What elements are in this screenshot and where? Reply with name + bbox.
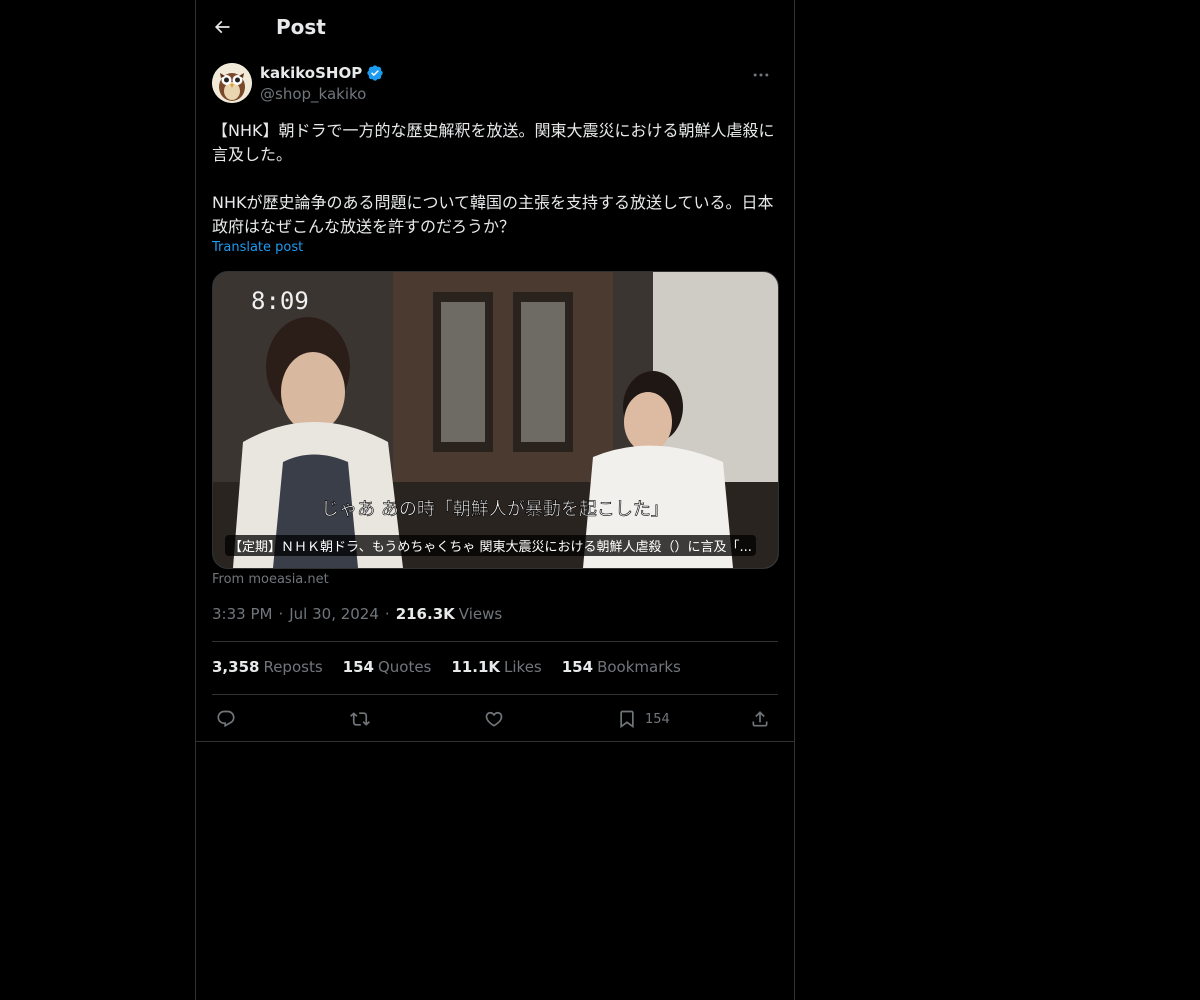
reposts-count: 3,358 [212, 658, 260, 676]
divider [212, 641, 778, 642]
reposts-label: Reposts [263, 658, 323, 676]
views-label: Views [458, 605, 503, 623]
avatar[interactable] [212, 63, 252, 103]
reply-icon [217, 710, 235, 728]
reply-button[interactable] [216, 705, 236, 733]
share-icon [752, 711, 768, 727]
back-button[interactable] [204, 9, 240, 45]
post-time[interactable]: 3:33 PM [212, 605, 272, 623]
quotes-stat[interactable]: 154 Quotes [343, 658, 432, 676]
bookmark-icon [620, 710, 634, 729]
media-caption: 【定期】ＮＨＫ朝ドラ、もうめちゃくちゃ 関東大震災における朝鮮人虐殺（）に言及「… [225, 535, 756, 556]
owl-avatar-icon [212, 63, 252, 103]
likes-stat[interactable]: 11.1K Likes [451, 658, 541, 676]
author-name-text: kakikoSHOP [260, 64, 363, 82]
likes-label: Likes [504, 658, 542, 676]
post-date[interactable]: Jul 30, 2024 [289, 605, 379, 623]
bookmark-button[interactable]: 154 [617, 705, 670, 733]
engagement-stats: 3,358 Reposts 154 Quotes 11.1K Likes 154 Boo… [212, 658, 701, 676]
media-scene: 8:09 じゃあ あの時「朝鮮人が暴動を起こした」 [213, 272, 778, 568]
author-handle[interactable]: @shop_kakiko [260, 85, 366, 103]
like-button[interactable] [484, 705, 504, 733]
post-meta: 3:33 PM · Jul 30, 2024 · 216.3K Views [212, 605, 502, 623]
media-source[interactable]: From moeasia.net [212, 572, 329, 587]
more-button[interactable] [744, 63, 778, 87]
action-bar: 154 [212, 705, 778, 733]
author-row: kakikoSHOP @shop_kakiko [212, 63, 778, 107]
quotes-label: Quotes [377, 658, 432, 676]
more-horizontal-icon [753, 73, 769, 77]
page-title: Post [276, 14, 326, 39]
bookmarks-label: Bookmarks [597, 658, 681, 676]
likes-count: 11.1K [451, 658, 501, 676]
share-button[interactable] [750, 705, 770, 733]
repost-icon [350, 712, 370, 726]
bookmark-count: 154 [645, 711, 670, 727]
heart-icon [485, 711, 503, 727]
divider [212, 694, 778, 695]
media-timestamp: 8:09 [251, 287, 309, 315]
bookmarks-count: 154 [561, 658, 594, 676]
quotes-count: 154 [342, 658, 374, 676]
translate-post-link[interactable]: Translate post [212, 240, 303, 255]
bookmarks-stat[interactable]: 154 Bookmarks [562, 658, 681, 676]
main-column: Post kakikoSHOP @shop_kakiko 【NHK】朝ドラで一方… [195, 0, 795, 1000]
separator-dot: · [278, 605, 284, 623]
media-image[interactable]: 8:09 じゃあ あの時「朝鮮人が暴動を起こした」 【定期】ＮＨＫ朝ドラ、もうめ… [212, 271, 779, 569]
media-subtitle: じゃあ あの時「朝鮮人が暴動を起こした」 [321, 499, 669, 520]
reposts-stat[interactable]: 3,358 Reposts [212, 658, 323, 676]
views-count: 216.3K [395, 605, 455, 623]
post: kakikoSHOP @shop_kakiko 【NHK】朝ドラで一方的な歴史解… [196, 53, 794, 742]
header: Post [196, 0, 794, 53]
post-text: 【NHK】朝ドラで一方的な歴史解釈を放送。関東大震災における朝鮮人虐殺に言及した… [212, 121, 775, 236]
verified-badge-icon [367, 65, 383, 81]
author-name[interactable]: kakikoSHOP [260, 64, 384, 82]
arrow-left-icon [214, 20, 230, 33]
repost-button[interactable] [350, 705, 370, 733]
separator-dot: · [384, 605, 390, 623]
